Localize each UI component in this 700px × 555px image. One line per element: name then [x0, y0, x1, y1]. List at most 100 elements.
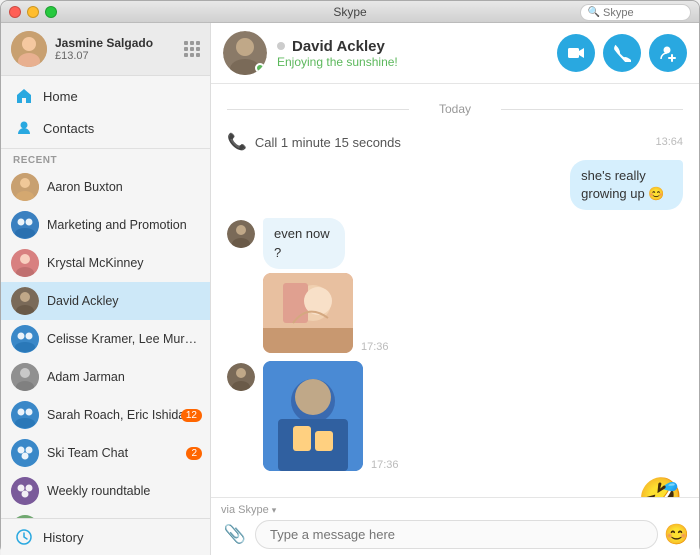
avatar-aaron: [11, 173, 39, 201]
contact-item-ski[interactable]: Ski Team Chat 2: [1, 434, 210, 472]
chat-header-avatar: [223, 31, 267, 75]
sidebar: Jasmine Salgado £13.07 Home: [1, 23, 211, 555]
call-icon: 📞: [227, 132, 247, 152]
search-bar[interactable]: 🔍: [580, 4, 691, 21]
title-bar: Skype 🔍: [1, 1, 699, 23]
contact-name-aaron: Aaron Buxton: [47, 180, 200, 194]
history-label: History: [43, 530, 83, 545]
home-icon: [13, 85, 35, 107]
sidebar-item-home[interactable]: Home: [1, 80, 210, 112]
message-image-large: [263, 361, 363, 471]
contact-name-marketing: Marketing and Promotion: [47, 218, 200, 232]
profile-section: Jasmine Salgado £13.07: [1, 23, 210, 76]
contact-name-sarah: Sarah Roach, Eric Ishida: [47, 408, 200, 422]
message-text: even now ?: [274, 226, 330, 259]
avatar-adam: [11, 363, 39, 391]
avatar-message-david2: [227, 363, 255, 391]
contact-item-weekly[interactable]: Weekly roundtable: [1, 472, 210, 510]
search-icon: 🔍: [588, 7, 600, 18]
contact-name-krystal: Krystal McKinney: [47, 256, 200, 270]
recent-label: RECENT: [1, 149, 210, 168]
grid-icon[interactable]: [184, 41, 200, 57]
contact-list: Aaron Buxton Marketing and Promotion Kry…: [1, 168, 210, 518]
contact-name-david: David Ackley: [47, 294, 200, 308]
minimize-button[interactable]: [27, 6, 39, 18]
emoji-picker-button[interactable]: 😊: [664, 522, 689, 547]
message-row-emoji: 17:36 🤣: [227, 479, 683, 497]
sidebar-bottom: History: [1, 518, 210, 555]
emoji-row: 17:36 🤣: [603, 479, 683, 497]
online-indicator: [255, 63, 265, 73]
message-bubble: she's really growing up 😊: [570, 160, 683, 210]
status-dot: [277, 42, 285, 50]
badge-sarah: 12: [181, 409, 202, 422]
contact-name-weekly: Weekly roundtable: [47, 484, 200, 498]
emoji-container: 17:36 🤣: [603, 479, 683, 497]
sidebar-item-history[interactable]: History: [1, 519, 210, 555]
contact-item-sarah[interactable]: Sarah Roach, Eric Ishida 12: [1, 396, 210, 434]
contact-item-babak[interactable]: Babak-Shammas: [1, 510, 210, 518]
theirs-messages: even now ?: [263, 218, 389, 352]
chat-header-info: David Ackley Enjoying the sunshine!: [277, 38, 557, 69]
window-controls: [9, 6, 57, 18]
contact-item-krystal[interactable]: Krystal McKinney: [1, 244, 210, 282]
sidebar-item-contacts[interactable]: Contacts: [1, 112, 210, 144]
profile-info: Jasmine Salgado £13.07: [55, 36, 178, 62]
chat-header: David Ackley Enjoying the sunshine!: [211, 23, 699, 84]
message-container: she's really growing up 😊: [509, 160, 683, 210]
msg-time-17-36: 17:36: [361, 341, 389, 353]
video-call-button[interactable]: [557, 34, 595, 72]
contact-item-marketing[interactable]: Marketing and Promotion: [1, 206, 210, 244]
message-row: she's really growing up 😊: [227, 160, 683, 210]
contact-item-adam[interactable]: Adam Jarman: [1, 358, 210, 396]
profile-balance: £13.07: [55, 50, 178, 62]
avatar-celisse: [11, 325, 39, 353]
contact-item-celisse[interactable]: Celisse Kramer, Lee Murphy, MJ...: [1, 320, 210, 358]
chat-contact-status: Enjoying the sunshine!: [277, 55, 557, 69]
avatar-message-david: [227, 220, 255, 248]
dropdown-arrow-icon[interactable]: ▾: [272, 505, 277, 516]
emoji-message: 🤣: [638, 479, 683, 497]
large-image-container: 17:36: [263, 361, 399, 471]
app-title: Skype: [333, 5, 366, 19]
message-input[interactable]: [255, 520, 658, 549]
history-icon: [13, 526, 35, 548]
avatar: [11, 31, 47, 67]
chat-input-area: via Skype ▾ 📎 😊: [211, 497, 699, 555]
attach-button[interactable]: 📎: [221, 521, 249, 549]
chat-area: David Ackley Enjoying the sunshine! Toda…: [211, 23, 699, 555]
contact-name-celisse: Celisse Kramer, Lee Murphy, MJ...: [47, 332, 200, 346]
avatar-sarah: [11, 401, 39, 429]
maximize-button[interactable]: [45, 6, 57, 18]
avatar-krystal: [11, 249, 39, 277]
search-input[interactable]: [603, 7, 683, 19]
avatar-weekly: [11, 477, 39, 505]
call-text: Call 1 minute 15 seconds: [255, 135, 401, 150]
close-button[interactable]: [9, 6, 21, 18]
call-notification: 📞 Call 1 minute 15 seconds 13:64: [227, 130, 683, 154]
contact-item-david[interactable]: David Ackley: [1, 282, 210, 320]
image-row: 17:36: [263, 273, 389, 353]
avatar-babak: [11, 515, 39, 518]
message-image-1: [263, 273, 353, 353]
profile-name: Jasmine Salgado: [55, 36, 178, 50]
badge-ski: 2: [186, 447, 202, 460]
input-row: 📎 😊: [221, 520, 689, 549]
chat-contact-name: David Ackley: [277, 38, 557, 55]
home-label: Home: [43, 89, 78, 104]
message-row-image: 17:36: [227, 361, 683, 471]
msg-time-large-img: 17:36: [371, 459, 399, 471]
contact-name-adam: Adam Jarman: [47, 370, 200, 384]
add-contact-button[interactable]: [649, 34, 687, 72]
app-body: Jasmine Salgado £13.07 Home: [1, 23, 699, 555]
contacts-icon: [13, 117, 35, 139]
contact-item-aaron[interactable]: Aaron Buxton: [1, 168, 210, 206]
messages-area: Today 📞 Call 1 minute 15 seconds 13:64 s…: [211, 84, 699, 497]
date-divider: Today: [227, 102, 683, 116]
voice-call-button[interactable]: [603, 34, 641, 72]
avatar-david: [11, 287, 39, 315]
message-text: she's really growing up 😊: [581, 168, 664, 201]
via-skype-label: via Skype ▾: [221, 504, 689, 516]
contact-name-ski: Ski Team Chat: [47, 446, 200, 460]
call-time: 13:64: [655, 136, 683, 148]
